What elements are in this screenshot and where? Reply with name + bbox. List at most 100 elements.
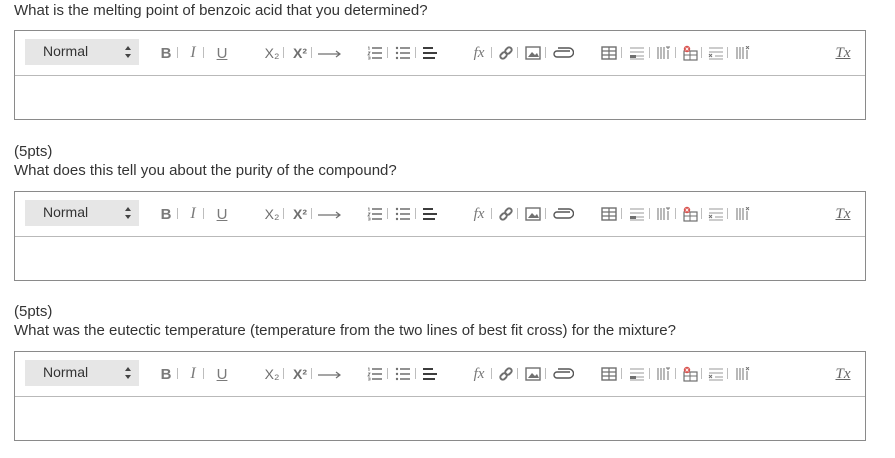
- answer-editor-2[interactable]: Normal B I U X₂ X² fx Tx: [14, 191, 866, 281]
- editor-toolbar: Normal B I U X₂ X² fx Tx: [15, 31, 865, 76]
- link-button[interactable]: [498, 42, 514, 64]
- subscript-icon: X₂: [264, 45, 280, 61]
- ordered-list-button[interactable]: [367, 363, 383, 385]
- ordered-list-button[interactable]: [367, 42, 383, 64]
- attach-button[interactable]: [552, 363, 574, 385]
- table-row-button[interactable]: [629, 203, 645, 225]
- subscript-button[interactable]: X₂: [263, 42, 281, 64]
- toolbar-divider: [283, 208, 284, 219]
- align-button[interactable]: [422, 363, 438, 385]
- bold-button[interactable]: B: [159, 363, 173, 385]
- answer-editor-1[interactable]: Normal B I U X₂ X² fx Tx: [14, 30, 866, 120]
- toolbar-divider: [621, 47, 622, 58]
- bold-button[interactable]: B: [159, 42, 173, 64]
- align-icon: [423, 208, 437, 220]
- arrow-button[interactable]: [317, 363, 343, 385]
- delete-col-button[interactable]: [735, 363, 751, 385]
- attach-icon: [553, 47, 574, 58]
- answer-input-1[interactable]: [15, 76, 865, 119]
- superscript-button[interactable]: X²: [291, 363, 309, 385]
- delete-row-button[interactable]: [708, 42, 724, 64]
- answer-input-2[interactable]: [15, 237, 865, 280]
- cell-button[interactable]: [682, 42, 698, 64]
- delete-col-button[interactable]: [735, 42, 751, 64]
- attach-button[interactable]: [552, 203, 574, 225]
- bullet-list-button[interactable]: [395, 42, 411, 64]
- format-select[interactable]: Normal: [25, 360, 139, 386]
- format-select-value: Normal: [43, 204, 89, 220]
- subscript-button[interactable]: X₂: [263, 363, 281, 385]
- arrow-button[interactable]: [317, 203, 343, 225]
- attach-button[interactable]: [552, 42, 574, 64]
- cell-button[interactable]: [682, 363, 698, 385]
- answer-input-3[interactable]: [15, 397, 865, 440]
- toolbar-divider: [675, 208, 676, 219]
- toolbar-divider: [177, 368, 178, 379]
- cell-icon: [683, 206, 698, 222]
- format-select[interactable]: Normal: [25, 39, 139, 65]
- editor-toolbar: Normal B I U X₂ X² fx Tx: [15, 352, 865, 397]
- align-button[interactable]: [422, 42, 438, 64]
- delete-col-button[interactable]: [735, 203, 751, 225]
- align-button[interactable]: [422, 203, 438, 225]
- formula-button[interactable]: fx: [470, 363, 488, 385]
- superscript-button[interactable]: X²: [291, 203, 309, 225]
- toolbar-divider: [701, 47, 702, 58]
- table-button[interactable]: [601, 363, 617, 385]
- table-row-button[interactable]: [629, 363, 645, 385]
- toolbar-divider: [415, 368, 416, 379]
- delete-row-button[interactable]: [708, 203, 724, 225]
- answer-editor-3[interactable]: Normal B I U X₂ X² fx Tx: [14, 351, 866, 441]
- clear-format-button[interactable]: Tx: [835, 42, 851, 64]
- table-col-icon: [657, 207, 670, 220]
- underline-button[interactable]: U: [215, 363, 229, 385]
- table-button[interactable]: [601, 42, 617, 64]
- link-button[interactable]: [498, 203, 514, 225]
- image-button[interactable]: [525, 363, 541, 385]
- link-button[interactable]: [498, 363, 514, 385]
- format-select-value: Normal: [43, 364, 89, 380]
- toolbar-divider: [415, 47, 416, 58]
- table-row-button[interactable]: [629, 42, 645, 64]
- clear-format-button[interactable]: Tx: [835, 203, 851, 225]
- italic-button[interactable]: I: [187, 363, 199, 385]
- table-button[interactable]: [601, 203, 617, 225]
- arrow-button[interactable]: [317, 42, 343, 64]
- formula-icon: fx: [473, 205, 485, 222]
- bold-button[interactable]: B: [159, 203, 173, 225]
- attach-icon: [553, 208, 574, 219]
- cell-button[interactable]: [682, 203, 698, 225]
- table-col-button[interactable]: [656, 363, 672, 385]
- table-col-button[interactable]: [656, 42, 672, 64]
- clear-format-button[interactable]: Tx: [835, 363, 851, 385]
- toolbar-divider: [387, 208, 388, 219]
- toolbar-divider: [491, 47, 492, 58]
- image-button[interactable]: [525, 203, 541, 225]
- bullet-list-button[interactable]: [395, 203, 411, 225]
- toolbar-divider: [621, 368, 622, 379]
- toolbar-divider: [727, 368, 728, 379]
- format-select-value: Normal: [43, 43, 89, 59]
- bullet-list-button[interactable]: [395, 363, 411, 385]
- toolbar-divider: [311, 47, 312, 58]
- formula-button[interactable]: fx: [470, 203, 488, 225]
- formula-button[interactable]: fx: [470, 42, 488, 64]
- image-button[interactable]: [525, 42, 541, 64]
- superscript-icon: X²: [293, 206, 307, 222]
- underline-button[interactable]: U: [215, 42, 229, 64]
- superscript-icon: X²: [293, 45, 307, 61]
- table-row-icon: [630, 208, 644, 221]
- toolbar-divider: [387, 368, 388, 379]
- table-col-button[interactable]: [656, 203, 672, 225]
- ordered-list-button[interactable]: [367, 203, 383, 225]
- image-icon: [525, 207, 541, 221]
- format-select[interactable]: Normal: [25, 200, 139, 226]
- toolbar-divider: [649, 47, 650, 58]
- subscript-button[interactable]: X₂: [263, 203, 281, 225]
- italic-button[interactable]: I: [187, 42, 199, 64]
- italic-button[interactable]: I: [187, 203, 199, 225]
- superscript-button[interactable]: X²: [291, 42, 309, 64]
- delete-row-button[interactable]: [708, 363, 724, 385]
- toolbar-divider: [415, 208, 416, 219]
- underline-button[interactable]: U: [215, 203, 229, 225]
